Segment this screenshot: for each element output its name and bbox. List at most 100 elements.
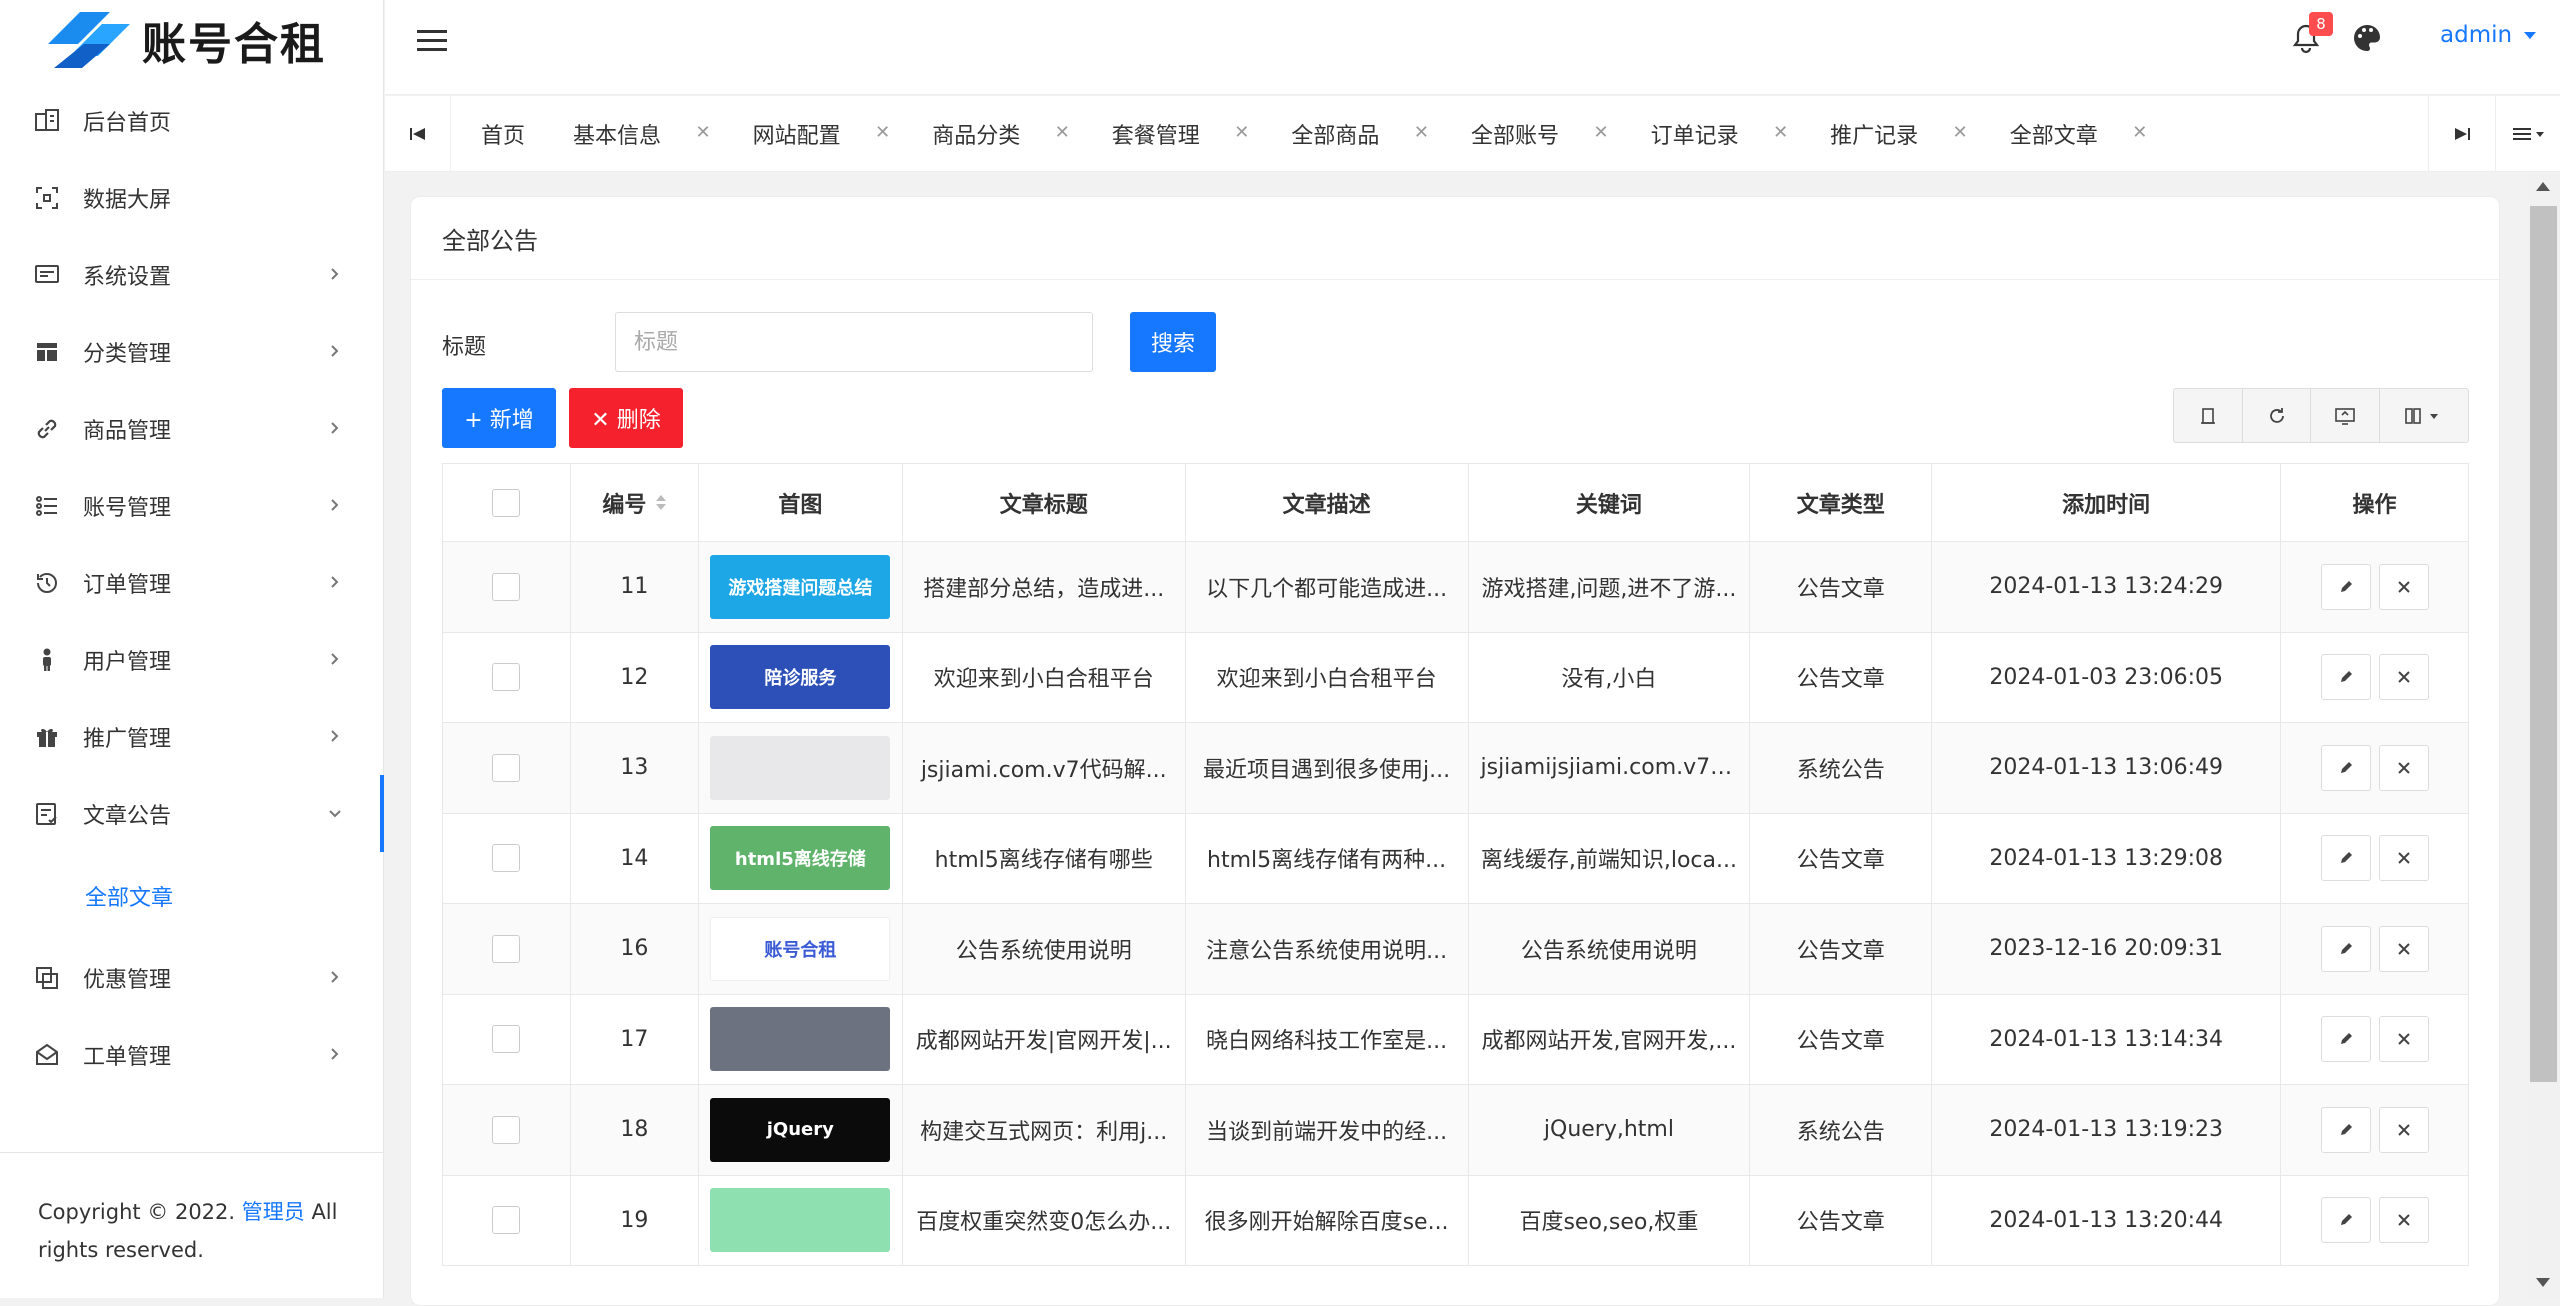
palette-icon[interactable] (2351, 22, 2383, 54)
sidebar-item-label: 文章公告 (83, 803, 172, 829)
row-checkbox[interactable] (492, 753, 521, 782)
row-checkbox[interactable] (492, 934, 521, 963)
edit-button[interactable] (2320, 1197, 2371, 1244)
row-checkbox[interactable] (492, 663, 521, 692)
thumbnail-image[interactable]: 陪诊服务 (710, 645, 891, 710)
tab-menu-button[interactable] (2495, 96, 2560, 172)
tab-all-accounts[interactable]: 全部账号 ✕ (1443, 96, 1623, 172)
print-icon[interactable] (2174, 389, 2243, 442)
row-checkbox[interactable] (492, 844, 521, 873)
sort-icon[interactable] (656, 495, 667, 510)
tab-bar: 首页 基本信息 ✕ 网站配置 ✕ 商品分类 ✕ 套餐管理 ✕ 全部商品 ✕ 全部账号 ✕ 订… (385, 96, 2560, 172)
sidebar-item-orders[interactable]: 订单管理 (0, 544, 383, 621)
delete-row-button[interactable] (2378, 563, 2429, 610)
tab-close-icon[interactable]: ✕ (1234, 122, 1249, 143)
sidebar-nav: 后台首页 数据大屏 系统设置 分类管理 商品管理 账号管理 订单管理 用户管理 … (0, 82, 384, 1093)
menu-toggle-icon[interactable] (415, 26, 449, 56)
close-icon (2397, 1033, 2410, 1045)
sidebar-item-data-screen[interactable]: 数据大屏 (0, 159, 383, 236)
tab-close-icon[interactable]: ✕ (1593, 122, 1608, 143)
thumbnail-image[interactable] (710, 1007, 891, 1072)
tab-home[interactable]: 首页 (451, 96, 545, 172)
brand-logo[interactable]: 账号合租 (0, 0, 383, 80)
edit-button[interactable] (2320, 835, 2371, 882)
edit-button[interactable] (2320, 563, 2371, 610)
cell-type: 公告文章 (1750, 813, 1933, 904)
delete-row-button[interactable] (2378, 1016, 2429, 1063)
row-checkbox[interactable] (492, 1025, 521, 1054)
add-button[interactable]: + 新增 (442, 388, 556, 448)
thumbnail-image[interactable] (710, 735, 891, 800)
sidebar-item-label: 账号管理 (83, 495, 172, 521)
tab-promo-records[interactable]: 推广记录 ✕ (1802, 96, 1982, 172)
edit-button[interactable] (2320, 1016, 2371, 1063)
sidebar-item-home[interactable]: 后台首页 (0, 82, 383, 159)
cell-title: 搭建部分总结，造成进... (902, 542, 1186, 633)
tab-package-manage[interactable]: 套餐管理 ✕ (1084, 96, 1264, 172)
tab-order-records[interactable]: 订单记录 ✕ (1623, 96, 1803, 172)
delete-row-button[interactable] (2378, 744, 2429, 791)
scrollbar-thumb[interactable] (2530, 206, 2557, 1082)
tab-close-icon[interactable]: ✕ (1773, 122, 1788, 143)
tab-product-category[interactable]: 商品分类 ✕ (904, 96, 1084, 172)
cell-actions (2281, 813, 2469, 904)
delete-button[interactable]: ✕ 删除 (569, 388, 683, 448)
tab-all-articles[interactable]: 全部文章 ✕ (1982, 96, 2162, 172)
sidebar-item-tickets[interactable]: 工单管理 (0, 1016, 383, 1093)
scroll-up-arrow-icon[interactable] (2536, 182, 2550, 191)
delete-row-button[interactable] (2378, 835, 2429, 882)
title-search-input[interactable] (615, 312, 1093, 372)
tab-close-icon[interactable]: ✕ (875, 122, 890, 143)
export-icon[interactable] (2311, 389, 2381, 442)
tab-scroll-left-button[interactable] (385, 96, 451, 172)
delete-row-button[interactable] (2378, 1106, 2429, 1153)
close-icon (2397, 1124, 2410, 1136)
edit-button[interactable] (2320, 925, 2371, 972)
search-button[interactable]: 搜索 (1130, 312, 1216, 372)
sidebar-item-articles[interactable]: 文章公告 (0, 775, 384, 852)
sidebar-item-coupons[interactable]: 优惠管理 (0, 939, 383, 1016)
scroll-down-arrow-icon[interactable] (2536, 1278, 2550, 1287)
row-checkbox[interactable] (492, 572, 521, 601)
page-scrollbar[interactable] (2527, 172, 2560, 1298)
row-checkbox[interactable] (492, 1206, 521, 1235)
edit-button[interactable] (2320, 1106, 2371, 1153)
select-all-checkbox[interactable] (492, 488, 521, 517)
columns-icon[interactable] (2380, 389, 2468, 442)
tab-scroll-right-button[interactable] (2428, 96, 2494, 172)
sidebar-item-products[interactable]: 商品管理 (0, 390, 383, 467)
cell-title-text: jsjiami.com.v7代码解... (920, 757, 1167, 783)
sidebar-item-accounts[interactable]: 账号管理 (0, 467, 383, 544)
cell-keywords-text: 公告系统使用说明 (1520, 938, 1697, 964)
tab-all-products[interactable]: 全部商品 ✕ (1263, 96, 1443, 172)
edit-button[interactable] (2320, 744, 2371, 791)
thumbnail-image[interactable]: jQuery (710, 1097, 891, 1162)
refresh-icon[interactable] (2243, 389, 2312, 442)
tab-close-icon[interactable]: ✕ (696, 122, 711, 143)
tab-close-icon[interactable]: ✕ (1414, 122, 1429, 143)
thumbnail-image[interactable]: 游戏搭建问题总结 (710, 554, 891, 619)
tab-site-config[interactable]: 网站配置 ✕ (725, 96, 905, 172)
thumbnail-image[interactable]: 账号合租 (710, 916, 891, 981)
row-checkbox[interactable] (492, 1115, 521, 1144)
delete-row-button[interactable] (2378, 1197, 2429, 1244)
delete-row-button[interactable] (2378, 654, 2429, 701)
thumbnail-image[interactable] (710, 1188, 891, 1253)
cell-title: 欢迎来到小白合租平台 (902, 632, 1186, 723)
thumbnail-image[interactable]: html5离线存储 (710, 826, 891, 891)
cell-keywords-text: 离线缓存,前端知识,loca... (1480, 848, 1737, 874)
column-header-id[interactable]: 编号 (570, 464, 699, 542)
admin-link[interactable]: 管理员 (242, 1200, 305, 1224)
sidebar-subitem-all-articles[interactable]: 全部文章 (0, 852, 383, 939)
sidebar-item-promotion[interactable]: 推广管理 (0, 698, 383, 775)
delete-row-button[interactable] (2378, 925, 2429, 972)
user-menu[interactable]: admin (2440, 22, 2537, 48)
tab-close-icon[interactable]: ✕ (2132, 122, 2147, 143)
tab-basic-info[interactable]: 基本信息 ✕ (545, 96, 725, 172)
sidebar-item-users[interactable]: 用户管理 (0, 621, 383, 698)
sidebar-item-category[interactable]: 分类管理 (0, 313, 383, 390)
tab-close-icon[interactable]: ✕ (1953, 122, 1968, 143)
edit-button[interactable] (2320, 654, 2371, 701)
tab-close-icon[interactable]: ✕ (1055, 122, 1070, 143)
sidebar-item-system-settings[interactable]: 系统设置 (0, 236, 383, 313)
